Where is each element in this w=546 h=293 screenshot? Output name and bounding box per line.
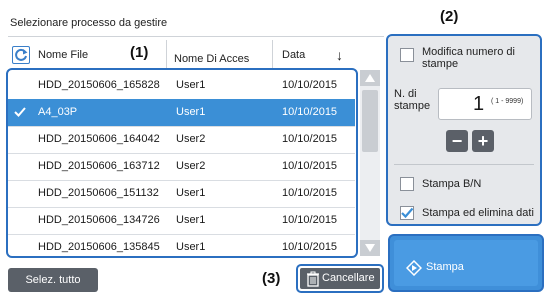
user-name: User1 bbox=[176, 241, 206, 253]
file-name: HDD_20150606_165828 bbox=[38, 79, 160, 91]
header-divider bbox=[8, 36, 384, 37]
table-row[interactable]: HDD_20150606_163712 User2 10/10/2015 bbox=[8, 153, 355, 181]
table-row[interactable]: HDD_20150606_151132 User1 10/10/2015 bbox=[8, 180, 355, 208]
user-name: User1 bbox=[176, 106, 206, 118]
copies-range: ( 1 - 9999) bbox=[491, 98, 524, 105]
print-button-frame: Stampa bbox=[388, 234, 544, 292]
sort-arrow-icon[interactable]: ↓ bbox=[336, 42, 343, 68]
cancel-button[interactable]: Cancellare bbox=[300, 268, 380, 289]
print-button[interactable]: Stampa bbox=[394, 240, 538, 286]
page-title: Selezionare processo da gestire bbox=[10, 17, 168, 29]
date: 10/10/2015 bbox=[282, 214, 338, 226]
triangle-up-icon bbox=[365, 74, 375, 82]
date: 10/10/2015 bbox=[282, 133, 338, 145]
table-row[interactable]: HDD_20150606_134726 User1 10/10/2015 bbox=[8, 207, 355, 235]
bw-print-checkbox[interactable] bbox=[400, 177, 414, 191]
table-row[interactable]: HDD_20150606_165828 User1 10/10/2015 bbox=[8, 72, 355, 100]
date: 10/10/2015 bbox=[282, 241, 338, 253]
column-header-date[interactable]: Data bbox=[282, 42, 305, 68]
date: 10/10/2015 bbox=[282, 187, 338, 199]
cancel-label: Cancellare bbox=[322, 272, 375, 284]
user-name: User2 bbox=[176, 133, 206, 145]
delete-after-print-label: Stampa ed elimina dati bbox=[422, 207, 534, 219]
plus-button[interactable]: + bbox=[472, 130, 494, 152]
scroll-down-button[interactable] bbox=[360, 240, 380, 256]
delete-after-print-checkbox[interactable] bbox=[400, 206, 414, 220]
select-all-button[interactable]: Selez. tutto bbox=[8, 268, 98, 292]
user-name: User1 bbox=[176, 187, 206, 199]
file-name: HDD_20150606_151132 bbox=[38, 187, 159, 199]
file-name: HDD_20150606_134726 bbox=[38, 214, 160, 226]
date: 10/10/2015 bbox=[282, 160, 338, 172]
table-row-selected[interactable]: A4_03P User1 10/10/2015 bbox=[8, 99, 355, 127]
callout-2: (2) bbox=[440, 8, 459, 25]
triangle-down-icon bbox=[365, 244, 375, 252]
checkmark-icon bbox=[401, 207, 414, 219]
print-settings-panel: Modifica numero di stampe N. di stampe 1… bbox=[386, 34, 542, 226]
callout-3: (3) bbox=[262, 270, 281, 287]
user-name: User1 bbox=[176, 79, 206, 91]
user-name: User2 bbox=[176, 160, 206, 172]
bw-print-label: Stampa B/N bbox=[422, 178, 482, 190]
panel-divider bbox=[394, 164, 534, 165]
copies-input[interactable]: 1 ( 1 - 9999) bbox=[438, 88, 532, 120]
print-diamond-icon bbox=[406, 260, 422, 276]
column-separator bbox=[166, 40, 167, 70]
file-list: HDD_20150606_165828 User1 10/10/2015 A4_… bbox=[6, 68, 358, 258]
copies-value: 1 bbox=[473, 93, 485, 115]
user-name: User1 bbox=[176, 214, 206, 226]
modify-copies-checkbox[interactable] bbox=[400, 48, 414, 62]
modify-copies-label: Modifica numero di stampe bbox=[422, 46, 515, 70]
refresh-icon bbox=[15, 48, 28, 61]
file-name: HDD_20150606_164042 bbox=[38, 133, 160, 145]
print-label: Stampa bbox=[426, 261, 464, 273]
file-name: A4_03P bbox=[38, 106, 78, 118]
copies-label: N. di stampe bbox=[394, 88, 431, 112]
trash-icon bbox=[307, 271, 319, 287]
column-separator bbox=[272, 40, 273, 70]
date: 10/10/2015 bbox=[282, 79, 338, 91]
date: 10/10/2015 bbox=[282, 106, 338, 118]
scroll-thumb[interactable] bbox=[362, 90, 378, 152]
callout-1: (1) bbox=[130, 44, 149, 61]
scroll-up-button[interactable] bbox=[360, 70, 380, 86]
file-name: HDD_20150606_135845 bbox=[38, 241, 160, 253]
checkmark-icon bbox=[14, 107, 26, 117]
refresh-button[interactable] bbox=[12, 46, 30, 64]
minus-button[interactable]: − bbox=[446, 130, 468, 152]
column-header-file[interactable]: Nome File bbox=[38, 42, 88, 68]
table-row[interactable]: HDD_20150606_164042 User2 10/10/2015 bbox=[8, 126, 355, 154]
table-row[interactable]: HDD_20150606_135845 User1 10/10/2015 bbox=[8, 234, 355, 256]
scrollbar[interactable] bbox=[360, 70, 380, 256]
cancel-button-frame: Cancellare bbox=[296, 264, 384, 293]
file-name: HDD_20150606_163712 bbox=[38, 160, 160, 172]
